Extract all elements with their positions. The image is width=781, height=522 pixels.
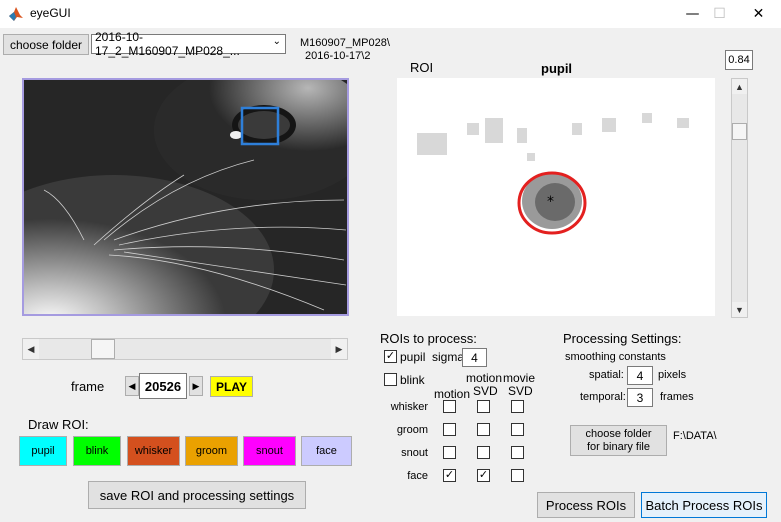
sigma-label: sigma <box>432 350 465 364</box>
roi-type-title: pupil <box>541 61 573 76</box>
col-motion-svd-2: SVD <box>473 384 498 398</box>
pupil-roi-image: * <box>417 113 689 235</box>
threshold-value: 0.84 <box>725 50 753 70</box>
process-rois-button[interactable]: Process ROIs <box>537 492 635 518</box>
roi-row-label-face: face <box>407 470 428 482</box>
slider-thumb[interactable] <box>732 123 747 140</box>
temporal-unit: frames <box>660 391 694 403</box>
rois-to-process-title: ROIs to process: <box>380 331 477 346</box>
temporal-field[interactable]: 3 <box>627 388 653 407</box>
spatial-unit: pixels <box>658 369 687 381</box>
roi-groom-col-1-checkbox[interactable] <box>477 423 490 436</box>
col-movie-svd-1: movie <box>503 371 536 385</box>
roi-label: ROI <box>410 60 434 75</box>
sigma-field[interactable]: 4 <box>462 348 487 367</box>
roi-snout-col-2-checkbox[interactable] <box>511 446 524 459</box>
roi-face-col-1-checkbox[interactable]: ✓ <box>477 469 490 482</box>
frame-label: frame <box>71 379 105 394</box>
video-frame-panel[interactable] <box>22 78 349 316</box>
matlab-icon <box>9 7 23 21</box>
choose-binary-line-1: choose folder <box>585 427 652 440</box>
pupil-checkbox[interactable]: ✓ <box>384 350 397 363</box>
roi-snout-col-1-checkbox[interactable] <box>477 446 490 459</box>
slider-up-icon[interactable]: ▲ <box>732 79 747 94</box>
roi-face-col-2-checkbox[interactable] <box>511 469 524 482</box>
roi-face-col-0-checkbox[interactable]: ✓ <box>443 469 456 482</box>
svg-text:*: * <box>547 194 554 210</box>
binary-path: F:\DATA\ <box>673 430 717 442</box>
temporal-label: temporal: <box>580 391 626 403</box>
batch-process-rois-button[interactable]: Batch Process ROIs <box>641 492 767 518</box>
roi-row-label-groom: groom <box>396 424 428 436</box>
roi-whisker-col-0-checkbox[interactable] <box>443 400 456 413</box>
folder-dropdown-value: 2016-10-17_2_M160907_MP028_... <box>95 30 240 58</box>
slider-left-icon[interactable]: ◀ <box>23 339 39 359</box>
folder-dropdown[interactable]: 2016-10-17_2_M160907_MP028_... ⌄ <box>91 30 286 58</box>
roi-groom-col-2-checkbox[interactable] <box>511 423 524 436</box>
title-bar <box>0 0 781 28</box>
close-button[interactable]: ✕ <box>736 0 781 28</box>
mouse-face-image <box>24 80 347 314</box>
frame-number-field[interactable]: 20526 <box>139 373 187 399</box>
play-button[interactable]: PLAY <box>210 376 253 397</box>
pupil-checkbox-label: pupil <box>400 350 426 364</box>
smoothing-label: smoothing constants <box>565 351 666 363</box>
blink-checkbox-label: blink <box>400 373 425 387</box>
choose-folder-button[interactable]: choose folder <box>3 34 89 55</box>
chevron-down-icon: ⌄ <box>272 36 281 47</box>
frame-slider-thumb[interactable] <box>91 339 115 359</box>
col-motion: motion <box>434 387 471 401</box>
path-line-2: 2016-10-17\2 <box>305 50 371 62</box>
roi-whisker-col-2-checkbox[interactable] <box>511 400 524 413</box>
roi-row-label-whisker: whisker <box>390 401 428 413</box>
frame-next-icon[interactable]: ▶ <box>189 376 203 396</box>
blink-checkbox[interactable] <box>384 373 397 386</box>
col-motion-svd-1: motion <box>466 371 503 385</box>
roi-snout-col-0-checkbox[interactable] <box>443 446 456 459</box>
choose-binary-line-2: for binary file <box>587 440 650 453</box>
threshold-slider[interactable]: ▲ ▼ <box>731 78 748 318</box>
window-title: eyeGUI <box>30 6 71 20</box>
save-roi-settings-button[interactable]: save ROI and processing settings <box>88 481 306 509</box>
roi-row-label-snout: snout <box>401 447 428 459</box>
slider-right-icon[interactable]: ▶ <box>331 339 347 359</box>
choose-binary-folder-button[interactable]: choose folder for binary file <box>570 425 667 456</box>
roi-whisker-col-1-checkbox[interactable] <box>477 400 490 413</box>
path-line-1: M160907_MP028\ <box>300 37 390 49</box>
frame-prev-icon[interactable]: ◀ <box>125 376 139 396</box>
col-movie-svd-2: SVD <box>508 384 533 398</box>
spatial-field[interactable]: 4 <box>627 366 653 385</box>
roi-groom-col-0-checkbox[interactable] <box>443 423 456 436</box>
roi-preview-panel: * <box>397 78 715 316</box>
spatial-label: spatial: <box>589 369 624 381</box>
slider-down-icon[interactable]: ▼ <box>732 302 747 317</box>
processing-settings-title: Processing Settings: <box>563 331 682 346</box>
frame-slider[interactable]: ◀ ▶ <box>22 338 348 360</box>
